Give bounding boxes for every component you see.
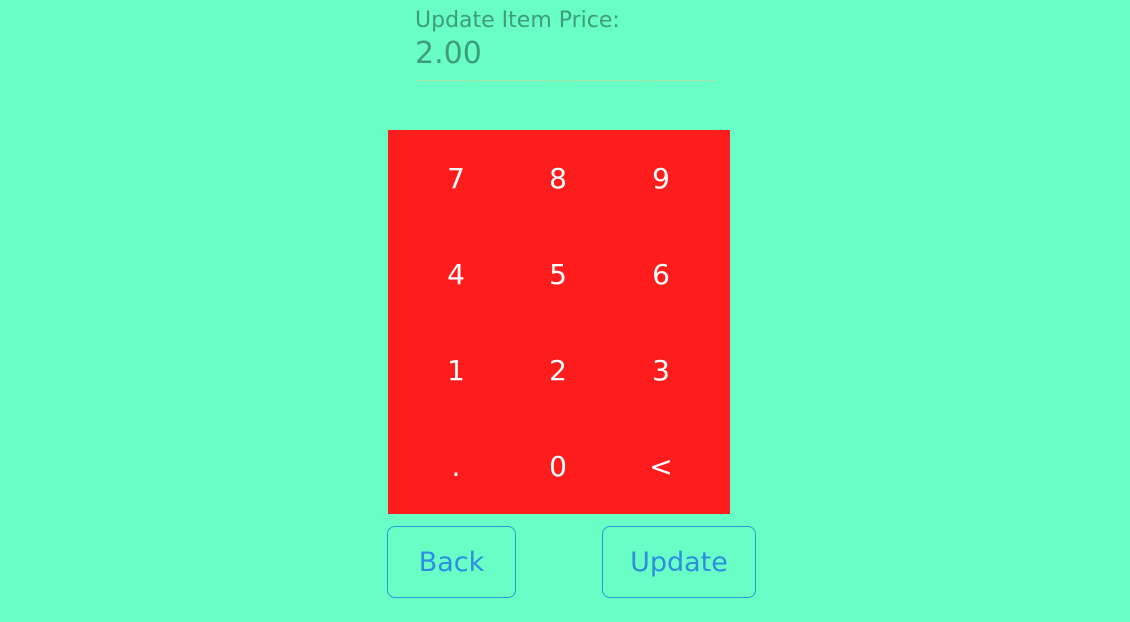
key-9[interactable]: 9	[610, 130, 712, 226]
key-2[interactable]: 2	[507, 322, 609, 418]
key-6[interactable]: 6	[610, 226, 712, 322]
price-input[interactable]: 2.00	[415, 36, 715, 72]
key-1[interactable]: 1	[405, 322, 507, 418]
key-4[interactable]: 4	[405, 226, 507, 322]
key-3[interactable]: 3	[610, 322, 712, 418]
price-label: Update Item Price:	[415, 8, 620, 33]
key-8[interactable]: 8	[507, 130, 609, 226]
back-button[interactable]: Back	[387, 526, 516, 598]
key-backspace[interactable]: <	[610, 418, 712, 514]
key-7[interactable]: 7	[405, 130, 507, 226]
numeric-keypad: 7 8 9 4 5 6 1 2 3 . 0 <	[388, 130, 730, 514]
key-5[interactable]: 5	[507, 226, 609, 322]
update-button[interactable]: Update	[602, 526, 756, 598]
price-input-underline	[415, 80, 715, 81]
key-0[interactable]: 0	[507, 418, 609, 514]
key-decimal[interactable]: .	[405, 418, 507, 514]
